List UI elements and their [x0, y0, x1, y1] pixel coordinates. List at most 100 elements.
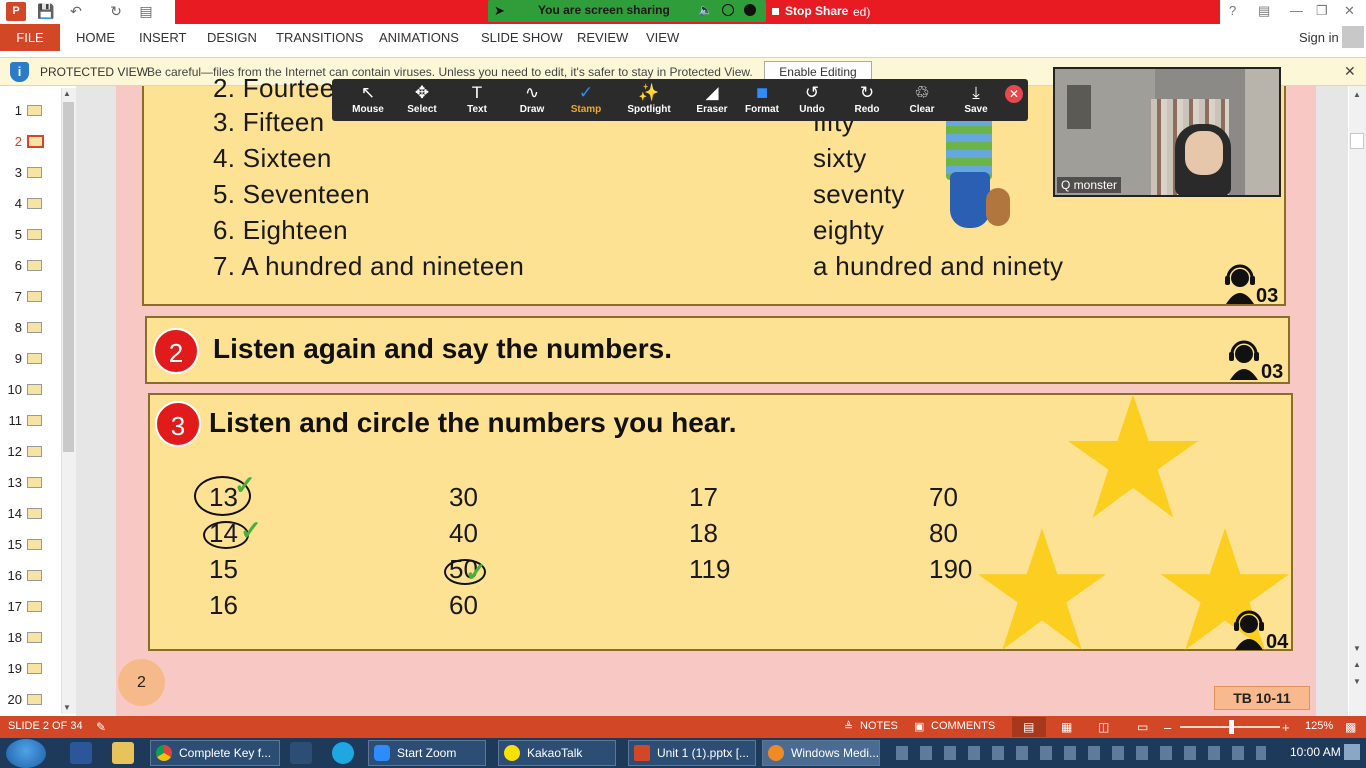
zoom-tool-draw[interactable]: ∿ Draw [504, 79, 560, 121]
sign-in-link[interactable]: Sign in [1299, 30, 1339, 45]
zoom-in-icon[interactable]: + [1282, 720, 1290, 735]
zoom-tool-label: Undo [799, 104, 825, 115]
speaker-icon[interactable]: 🔈 [698, 3, 713, 17]
status-bar [0, 716, 1366, 738]
slide-thumbnail[interactable]: 6 [0, 251, 58, 279]
redo-icon[interactable]: ↻ [106, 2, 126, 20]
zoom-level[interactable]: 125% [1305, 720, 1333, 732]
tab-insert[interactable]: INSERT [139, 30, 186, 45]
next-slide-icon[interactable]: ▼ [1353, 677, 1361, 686]
zoom-slider-knob[interactable] [1229, 720, 1234, 734]
zoom-tool-eraser[interactable]: ◢ Eraser [684, 79, 740, 121]
slide-thumbnail[interactable]: 3 [0, 158, 58, 186]
zoom-tool-mouse[interactable]: ↖ Mouse [340, 79, 396, 121]
comments-button[interactable]: COMMENTS [931, 720, 995, 732]
close-annotation-icon[interactable]: ✕ [1005, 85, 1023, 103]
restore-icon[interactable]: ❐ [1316, 3, 1328, 19]
slide-thumbnail[interactable]: 2 [0, 127, 58, 155]
undo-icon[interactable]: ↶ [66, 2, 86, 20]
zoom-tool-select[interactable]: ✥ Select [394, 79, 450, 121]
slide-thumbnail-number: 5 [14, 227, 22, 242]
start-button-icon[interactable] [6, 739, 46, 768]
tab-home[interactable]: HOME [76, 30, 115, 45]
slide-thumbnail-number: 1 [14, 103, 22, 118]
explorer-icon[interactable] [112, 742, 134, 764]
thumbnail-scroll-thumb[interactable] [63, 102, 74, 452]
slide-thumbnail[interactable]: 11 [0, 406, 58, 434]
word-icon[interactable] [70, 742, 92, 764]
slide-thumbnail[interactable]: 18 [0, 623, 58, 651]
main-scrollbar[interactable] [1349, 86, 1366, 716]
main-scroll-up-icon[interactable]: ▲ [1353, 90, 1361, 99]
main-scroll-thumb[interactable] [1350, 133, 1364, 149]
help-icon[interactable]: ? [1229, 3, 1236, 18]
system-tray-icons[interactable] [896, 746, 1266, 760]
zoom-tool-format[interactable]: ■ Format [734, 79, 790, 121]
clock[interactable]: 10:00 AM [1290, 745, 1341, 759]
close-bar-icon[interactable]: ✕ [1344, 63, 1356, 80]
notes-button[interactable]: NOTES [860, 720, 898, 732]
record-icon[interactable] [722, 4, 734, 16]
tab-slide-show[interactable]: SLIDE SHOW [481, 30, 563, 45]
slide-thumbnail[interactable]: 1 [0, 96, 58, 124]
tab-file[interactable]: FILE [0, 24, 60, 51]
spell-check-icon[interactable]: ✎ [96, 720, 106, 734]
zoom-tool-redo[interactable]: ↻ Redo [839, 79, 895, 121]
close-window-icon[interactable]: ✕ [1344, 3, 1355, 19]
zoom-tool-undo[interactable]: ↺ Undo [784, 79, 840, 121]
slide-thumbnail[interactable]: 4 [0, 189, 58, 217]
comments-icon[interactable]: ▣ [914, 720, 924, 733]
zoom-tool-label: Text [467, 104, 487, 115]
tab-design[interactable]: DESIGN [207, 30, 257, 45]
tab-animations[interactable]: ANIMATIONS [379, 30, 459, 45]
zoom-tool-clear[interactable]: ♲ Clear [894, 79, 950, 121]
main-scroll-down-icon[interactable]: ▼ [1353, 644, 1361, 653]
zoom-out-icon[interactable]: – [1164, 720, 1171, 735]
slide-thumbnail[interactable]: 7 [0, 282, 58, 310]
slide-sorter-icon[interactable]: ▦ [1061, 720, 1072, 734]
list-item: sixty [813, 143, 867, 173]
zoom-tool-save[interactable]: ⤓ Save [948, 79, 1004, 121]
number-option: 17 [689, 482, 718, 512]
zoom-tool-stamp[interactable]: ✓ Stamp [558, 79, 614, 121]
reading-view-icon[interactable]: ◫ [1098, 720, 1109, 734]
fit-slide-icon[interactable]: ▩ [1345, 720, 1356, 734]
undo-icon: ↺ [804, 83, 820, 102]
slide-thumbnail[interactable]: 5 [0, 220, 58, 248]
ribbon-display-icon[interactable]: ▤ [1258, 3, 1270, 19]
tab-view[interactable]: VIEW [646, 30, 679, 45]
avatar[interactable] [1342, 26, 1364, 48]
slide-thumbnail[interactable]: 9 [0, 344, 58, 372]
slide-thumbnail[interactable]: 8 [0, 313, 58, 341]
prev-slide-icon[interactable]: ▲ [1353, 660, 1361, 669]
tab-review[interactable]: REVIEW [577, 30, 628, 45]
slide-thumbnail[interactable]: 14 [0, 499, 58, 527]
save-icon[interactable]: 💾 [36, 2, 56, 20]
slide-thumbnail[interactable]: 20 [0, 685, 58, 713]
character-legs [950, 172, 990, 228]
slide-thumbnail-number: 15 [7, 537, 22, 552]
slide-thumbnail[interactable]: 19 [0, 654, 58, 682]
list-item: a hundred and ninety [813, 251, 1064, 281]
slide-thumbnail-number: 2 [14, 134, 22, 149]
slide-thumbnail[interactable]: 17 [0, 592, 58, 620]
slide-thumbnail[interactable]: 15 [0, 530, 58, 558]
scroll-down-icon[interactable]: ▼ [63, 703, 71, 712]
zoom-tool-text[interactable]: T Text [449, 79, 505, 121]
slide-thumbnail[interactable]: 13 [0, 468, 58, 496]
zoom-tool-spotlight[interactable]: ✨ Spotlight [621, 79, 677, 121]
notes-icon[interactable]: ≜ [844, 720, 853, 733]
skype-icon[interactable] [332, 742, 354, 764]
slide-thumbnail[interactable]: 10 [0, 375, 58, 403]
notification-icon[interactable] [1344, 744, 1360, 760]
tab-transitions[interactable]: TRANSITIONS [276, 30, 363, 45]
stop-share-button[interactable]: Stop Share [766, 0, 852, 22]
start-from-beginning-icon[interactable]: ▤ [136, 2, 156, 20]
slide-thumbnail[interactable]: 16 [0, 561, 58, 589]
slideshow-icon[interactable]: ▭ [1137, 720, 1148, 734]
list-item: 2. Fourtee [213, 73, 335, 103]
maps-icon[interactable] [290, 742, 312, 764]
scroll-up-icon[interactable]: ▲ [63, 89, 71, 98]
slide-thumbnail[interactable]: 12 [0, 437, 58, 465]
minimize-icon[interactable]: — [1290, 3, 1303, 18]
